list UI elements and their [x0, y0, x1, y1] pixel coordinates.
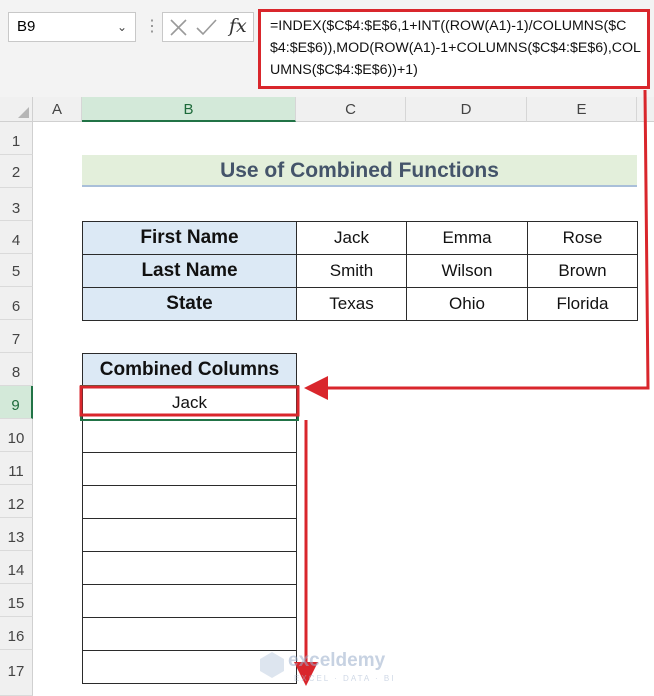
exceldemy-logo-icon	[260, 652, 284, 678]
highlight-box	[79, 385, 300, 417]
watermark-logo: exceldemy EXCEL · DATA · BI	[258, 650, 408, 690]
watermark-tagline: EXCEL · DATA · BI	[294, 674, 396, 683]
annotation-overlay	[79, 89, 650, 686]
watermark-name: exceldemy	[288, 650, 386, 671]
annotation-arrow	[304, 89, 650, 400]
